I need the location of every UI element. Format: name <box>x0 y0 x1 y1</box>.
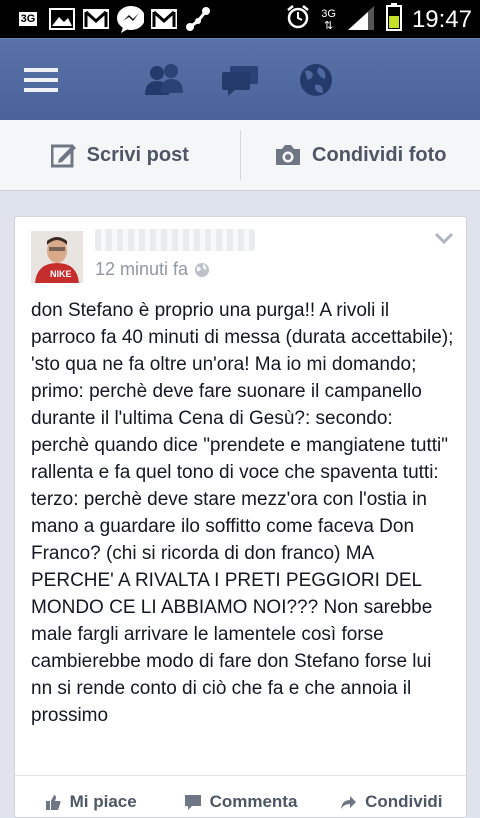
status-bar: 3G 3G ⇅ 19:47 <box>0 0 480 38</box>
friends-icon <box>144 63 184 97</box>
comment-label: Commenta <box>210 792 298 812</box>
post-options-button[interactable] <box>434 231 454 249</box>
gmail-icon <box>150 5 178 33</box>
camera-icon <box>274 143 302 167</box>
post-text: don Stefano è proprio una purga!! A rivo… <box>31 297 455 729</box>
comment-button[interactable]: Commenta <box>165 776 315 818</box>
write-post-button[interactable]: Scrivi post <box>0 120 240 190</box>
share-photo-button[interactable]: Condividi foto <box>241 120 480 190</box>
friend-requests-button[interactable] <box>140 57 188 103</box>
alarm-icon <box>285 4 311 35</box>
composer-bar: Scrivi post Condividi foto <box>0 120 480 191</box>
write-post-label: Scrivi post <box>87 144 189 167</box>
top-nav-bar <box>0 38 480 121</box>
notifications-button[interactable] <box>292 57 340 103</box>
share-photo-label: Condividi foto <box>312 144 446 167</box>
chevron-down-icon <box>434 232 454 244</box>
menu-button[interactable] <box>17 57 65 103</box>
messenger-icon <box>116 5 144 33</box>
network-badge: 3G <box>19 12 38 26</box>
menu-icon <box>24 66 58 94</box>
share-arrow-icon <box>339 793 357 811</box>
globe-icon <box>299 63 333 97</box>
share-button[interactable]: Condividi <box>316 776 466 818</box>
svg-text:NIKE: NIKE <box>50 269 72 279</box>
gmail-icon <box>82 5 110 33</box>
comment-icon <box>184 793 202 811</box>
post-meta: 12 minuti fa <box>95 259 210 280</box>
data-arrows-icon: ⇅ <box>324 20 333 32</box>
messages-button[interactable] <box>216 57 264 103</box>
image-icon <box>48 5 76 33</box>
network-3g-icon: 3G <box>14 5 42 33</box>
battery-icon <box>386 3 402 36</box>
share-label: Condividi <box>365 792 442 812</box>
thumbs-up-icon <box>44 793 62 811</box>
signal-icon <box>346 4 376 35</box>
globe-privacy-icon <box>194 262 210 278</box>
data-3g-icon: 3G ⇅ <box>321 8 336 32</box>
share-icon <box>184 5 212 33</box>
like-button[interactable]: Mi piace <box>15 776 165 818</box>
messages-icon <box>220 64 260 96</box>
post-time: 12 minuti fa <box>95 259 188 280</box>
clock-time: 19:47 <box>412 4 472 36</box>
avatar[interactable]: NIKE <box>31 231 83 283</box>
signal-label: 3G <box>321 8 336 20</box>
post-actions: Mi piace Commenta Condividi <box>15 775 466 818</box>
edit-icon <box>51 142 77 168</box>
author-name-redacted[interactable] <box>95 229 255 251</box>
post-card: NIKE 12 minuti fa don Stefano è proprio … <box>14 216 467 818</box>
like-label: Mi piace <box>70 792 137 812</box>
